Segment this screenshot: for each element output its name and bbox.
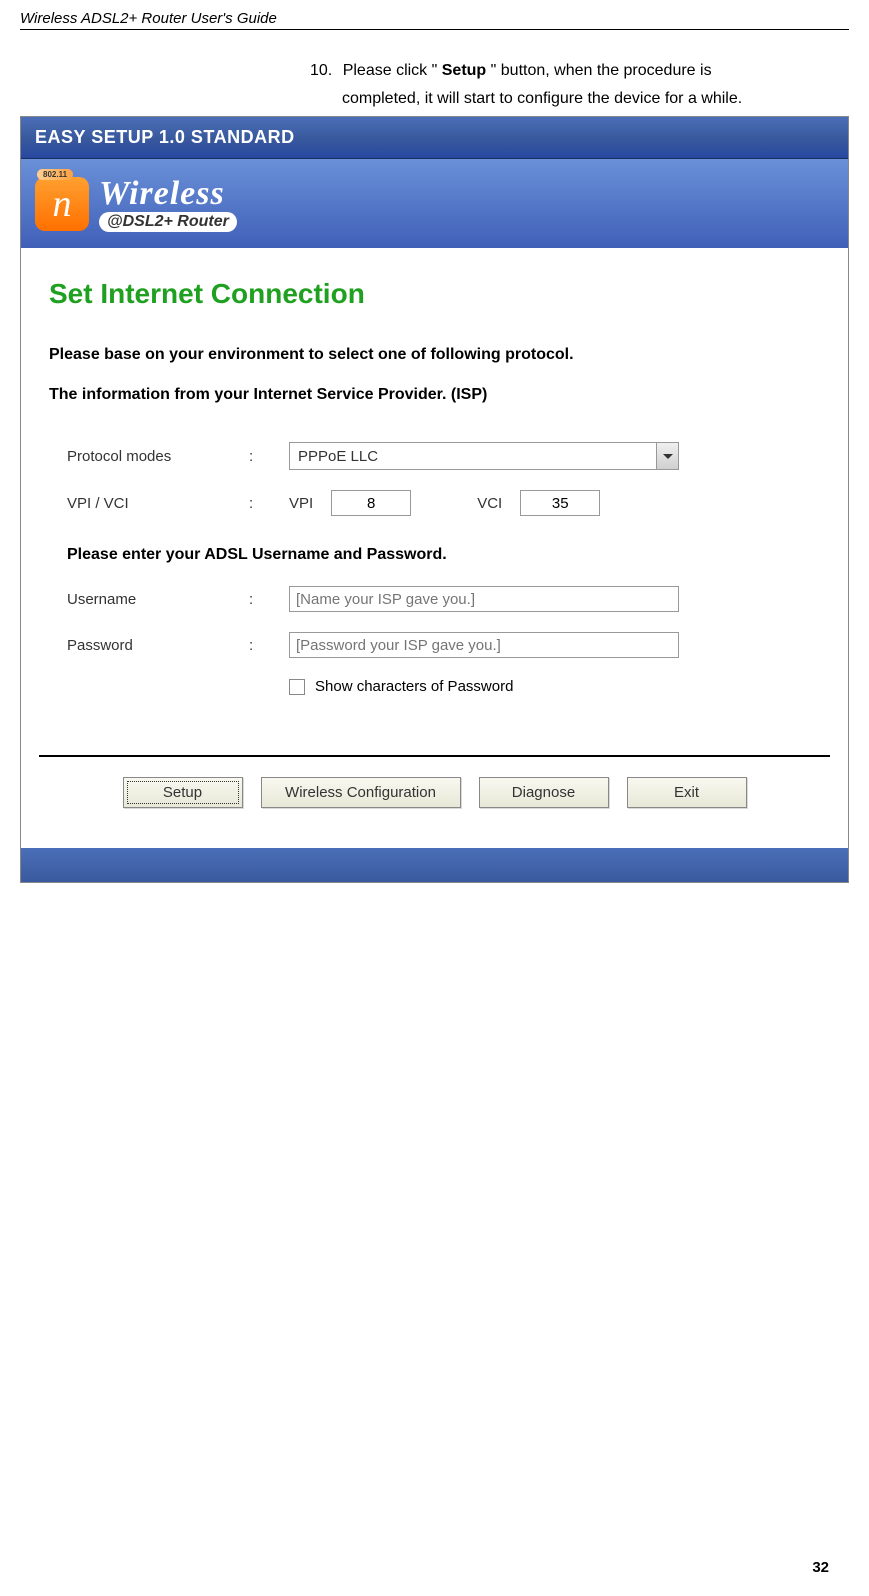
letter-n: n	[53, 185, 72, 223]
section-title: Set Internet Connection	[49, 278, 820, 310]
row-username: Username :	[49, 586, 820, 612]
chevron-down-icon[interactable]	[656, 443, 678, 469]
instruction-line1: 10. Please click " Setup " button, when …	[310, 60, 849, 82]
input-username[interactable]	[289, 586, 679, 612]
colon: :	[249, 495, 289, 512]
input-vpi[interactable]	[331, 490, 411, 516]
diagnose-button[interactable]: Diagnose	[479, 777, 609, 808]
label-vpivci: VPI / VCI	[49, 495, 249, 512]
colon: :	[249, 637, 289, 654]
wireless-word: Wireless	[99, 175, 237, 213]
label-username: Username	[49, 591, 249, 608]
setup-window: EASY SETUP 1.0 STANDARD 802.11 n Wireles…	[20, 116, 849, 883]
row-showpassword: Show characters of Password	[289, 678, 820, 695]
button-row: Setup Wireless Configuration Diagnose Ex…	[49, 777, 820, 828]
banner-text: Wireless @DSL2+ Router	[99, 175, 237, 232]
label-showpassword: Show characters of Password	[315, 678, 513, 695]
content-area: Set Internet Connection Please base on y…	[21, 248, 848, 848]
brand-icon: 802.11 n	[35, 177, 89, 231]
instruction-post: " button, when the procedure is	[486, 62, 711, 79]
instruction-line2: completed, it will start to configure th…	[342, 90, 849, 108]
guide-title: Wireless ADSL2+ Router User's Guide	[20, 10, 849, 30]
desc-isp: The information from your Internet Servi…	[49, 386, 820, 404]
window-titlebar: EASY SETUP 1.0 STANDARD	[21, 117, 848, 159]
checkbox-showpassword[interactable]	[289, 679, 305, 695]
label-vpi: VPI	[289, 495, 313, 512]
dsl-router-tag: @DSL2+ Router	[99, 212, 237, 232]
row-password: Password :	[49, 632, 820, 658]
colon: :	[249, 448, 289, 465]
setup-button[interactable]: Setup	[123, 777, 243, 808]
divider	[39, 755, 830, 757]
credentials-heading: Please enter your ADSL Username and Pass…	[49, 546, 820, 564]
label-protocol: Protocol modes	[49, 448, 249, 465]
label-vci: VCI	[477, 495, 502, 512]
badge-80211: 802.11	[37, 169, 73, 180]
wireless-config-button[interactable]: Wireless Configuration	[261, 777, 461, 808]
instruction-pre: Please click "	[343, 62, 442, 79]
banner: 802.11 n Wireless @DSL2+ Router	[21, 159, 848, 248]
select-protocol[interactable]: PPPoE LLC	[289, 442, 679, 470]
exit-button[interactable]: Exit	[627, 777, 747, 808]
row-vpivci: VPI / VCI : VPI VCI	[49, 490, 820, 516]
desc-protocol: Please base on your environment to selec…	[49, 346, 820, 364]
page-number: 32	[812, 1559, 829, 1576]
select-protocol-value: PPPoE LLC	[298, 448, 378, 465]
row-protocol: Protocol modes : PPPoE LLC	[49, 442, 820, 470]
window-bottom-border	[21, 848, 848, 882]
label-password: Password	[49, 637, 249, 654]
input-password[interactable]	[289, 632, 679, 658]
colon: :	[249, 591, 289, 608]
input-vci[interactable]	[520, 490, 600, 516]
instruction-bold: Setup	[442, 62, 486, 79]
step-number: 10.	[310, 62, 332, 79]
